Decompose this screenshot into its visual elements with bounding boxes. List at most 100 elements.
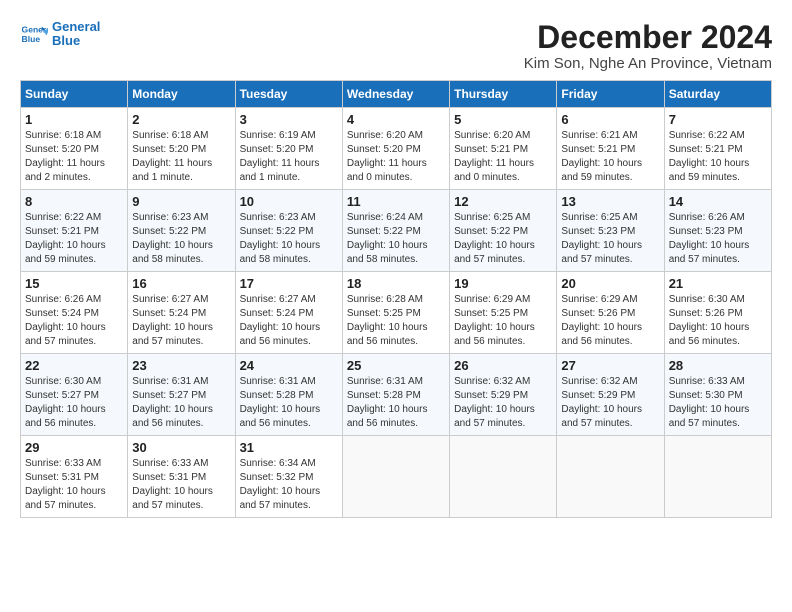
calendar-cell: 27 Sunrise: 6:32 AM Sunset: 5:29 PM Dayl… (557, 354, 664, 436)
calendar-cell: 3 Sunrise: 6:19 AM Sunset: 5:20 PM Dayli… (235, 108, 342, 190)
day-info: Sunrise: 6:23 AM Sunset: 5:22 PM Dayligh… (132, 211, 230, 267)
day-number: 3 (240, 112, 338, 127)
weekday-header-wednesday: Wednesday (342, 81, 449, 108)
day-info: Sunrise: 6:27 AM Sunset: 5:24 PM Dayligh… (132, 293, 230, 349)
calendar-cell: 12 Sunrise: 6:25 AM Sunset: 5:22 PM Dayl… (450, 190, 557, 272)
calendar-cell: 1 Sunrise: 6:18 AM Sunset: 5:20 PM Dayli… (21, 108, 128, 190)
day-number: 13 (561, 194, 659, 209)
calendar-cell (450, 436, 557, 518)
svg-text:Blue: Blue (22, 34, 41, 44)
calendar-week-row: 22 Sunrise: 6:30 AM Sunset: 5:27 PM Dayl… (21, 354, 772, 436)
calendar-week-row: 8 Sunrise: 6:22 AM Sunset: 5:21 PM Dayli… (21, 190, 772, 272)
calendar-cell: 5 Sunrise: 6:20 AM Sunset: 5:21 PM Dayli… (450, 108, 557, 190)
calendar-cell: 4 Sunrise: 6:20 AM Sunset: 5:20 PM Dayli… (342, 108, 449, 190)
day-info: Sunrise: 6:20 AM Sunset: 5:20 PM Dayligh… (347, 129, 445, 185)
day-info: Sunrise: 6:29 AM Sunset: 5:25 PM Dayligh… (454, 293, 552, 349)
day-info: Sunrise: 6:21 AM Sunset: 5:21 PM Dayligh… (561, 129, 659, 185)
day-info: Sunrise: 6:33 AM Sunset: 5:31 PM Dayligh… (132, 457, 230, 513)
logo: General Blue General Blue (20, 20, 100, 49)
day-number: 16 (132, 276, 230, 291)
day-info: Sunrise: 6:20 AM Sunset: 5:21 PM Dayligh… (454, 129, 552, 185)
day-number: 14 (669, 194, 767, 209)
day-info: Sunrise: 6:31 AM Sunset: 5:27 PM Dayligh… (132, 375, 230, 431)
day-info: Sunrise: 6:32 AM Sunset: 5:29 PM Dayligh… (561, 375, 659, 431)
calendar-cell: 19 Sunrise: 6:29 AM Sunset: 5:25 PM Dayl… (450, 272, 557, 354)
day-number: 22 (25, 358, 123, 373)
day-number: 9 (132, 194, 230, 209)
day-number: 28 (669, 358, 767, 373)
day-info: Sunrise: 6:23 AM Sunset: 5:22 PM Dayligh… (240, 211, 338, 267)
calendar-cell: 17 Sunrise: 6:27 AM Sunset: 5:24 PM Dayl… (235, 272, 342, 354)
calendar-cell (342, 436, 449, 518)
calendar-table: SundayMondayTuesdayWednesdayThursdayFrid… (20, 80, 772, 518)
calendar-cell: 30 Sunrise: 6:33 AM Sunset: 5:31 PM Dayl… (128, 436, 235, 518)
calendar-cell: 24 Sunrise: 6:31 AM Sunset: 5:28 PM Dayl… (235, 354, 342, 436)
calendar-week-row: 15 Sunrise: 6:26 AM Sunset: 5:24 PM Dayl… (21, 272, 772, 354)
calendar-cell: 18 Sunrise: 6:28 AM Sunset: 5:25 PM Dayl… (342, 272, 449, 354)
day-number: 25 (347, 358, 445, 373)
weekday-header-tuesday: Tuesday (235, 81, 342, 108)
day-info: Sunrise: 6:22 AM Sunset: 5:21 PM Dayligh… (25, 211, 123, 267)
weekday-header-monday: Monday (128, 81, 235, 108)
month-title: December 2024 (524, 20, 772, 55)
day-info: Sunrise: 6:29 AM Sunset: 5:26 PM Dayligh… (561, 293, 659, 349)
calendar-cell: 20 Sunrise: 6:29 AM Sunset: 5:26 PM Dayl… (557, 272, 664, 354)
day-number: 20 (561, 276, 659, 291)
day-number: 12 (454, 194, 552, 209)
calendar-cell: 2 Sunrise: 6:18 AM Sunset: 5:20 PM Dayli… (128, 108, 235, 190)
calendar-week-row: 1 Sunrise: 6:18 AM Sunset: 5:20 PM Dayli… (21, 108, 772, 190)
location-title: Kim Son, Nghe An Province, Vietnam (524, 55, 772, 72)
day-info: Sunrise: 6:30 AM Sunset: 5:26 PM Dayligh… (669, 293, 767, 349)
day-number: 15 (25, 276, 123, 291)
weekday-header-friday: Friday (557, 81, 664, 108)
day-number: 23 (132, 358, 230, 373)
day-info: Sunrise: 6:25 AM Sunset: 5:22 PM Dayligh… (454, 211, 552, 267)
day-info: Sunrise: 6:22 AM Sunset: 5:21 PM Dayligh… (669, 129, 767, 185)
calendar-cell: 26 Sunrise: 6:32 AM Sunset: 5:29 PM Dayl… (450, 354, 557, 436)
day-number: 11 (347, 194, 445, 209)
day-info: Sunrise: 6:24 AM Sunset: 5:22 PM Dayligh… (347, 211, 445, 267)
calendar-cell: 25 Sunrise: 6:31 AM Sunset: 5:28 PM Dayl… (342, 354, 449, 436)
day-number: 26 (454, 358, 552, 373)
page-header: General Blue General Blue December 2024 … (20, 20, 772, 72)
calendar-cell: 9 Sunrise: 6:23 AM Sunset: 5:22 PM Dayli… (128, 190, 235, 272)
day-info: Sunrise: 6:18 AM Sunset: 5:20 PM Dayligh… (25, 129, 123, 185)
day-number: 24 (240, 358, 338, 373)
calendar-cell: 16 Sunrise: 6:27 AM Sunset: 5:24 PM Dayl… (128, 272, 235, 354)
calendar-cell: 22 Sunrise: 6:30 AM Sunset: 5:27 PM Dayl… (21, 354, 128, 436)
day-number: 1 (25, 112, 123, 127)
day-info: Sunrise: 6:34 AM Sunset: 5:32 PM Dayligh… (240, 457, 338, 513)
day-number: 7 (669, 112, 767, 127)
day-number: 6 (561, 112, 659, 127)
logo-icon: General Blue (20, 20, 48, 48)
day-number: 8 (25, 194, 123, 209)
weekday-header-sunday: Sunday (21, 81, 128, 108)
calendar-cell (664, 436, 771, 518)
calendar-cell: 10 Sunrise: 6:23 AM Sunset: 5:22 PM Dayl… (235, 190, 342, 272)
logo-text: General Blue (52, 20, 100, 49)
calendar-cell (557, 436, 664, 518)
day-info: Sunrise: 6:30 AM Sunset: 5:27 PM Dayligh… (25, 375, 123, 431)
day-info: Sunrise: 6:25 AM Sunset: 5:23 PM Dayligh… (561, 211, 659, 267)
day-info: Sunrise: 6:26 AM Sunset: 5:23 PM Dayligh… (669, 211, 767, 267)
calendar-cell: 14 Sunrise: 6:26 AM Sunset: 5:23 PM Dayl… (664, 190, 771, 272)
day-info: Sunrise: 6:32 AM Sunset: 5:29 PM Dayligh… (454, 375, 552, 431)
day-number: 27 (561, 358, 659, 373)
day-number: 2 (132, 112, 230, 127)
calendar-cell: 13 Sunrise: 6:25 AM Sunset: 5:23 PM Dayl… (557, 190, 664, 272)
day-info: Sunrise: 6:19 AM Sunset: 5:20 PM Dayligh… (240, 129, 338, 185)
day-number: 30 (132, 440, 230, 455)
day-number: 5 (454, 112, 552, 127)
day-number: 19 (454, 276, 552, 291)
day-info: Sunrise: 6:33 AM Sunset: 5:31 PM Dayligh… (25, 457, 123, 513)
day-info: Sunrise: 6:27 AM Sunset: 5:24 PM Dayligh… (240, 293, 338, 349)
day-info: Sunrise: 6:33 AM Sunset: 5:30 PM Dayligh… (669, 375, 767, 431)
calendar-cell: 31 Sunrise: 6:34 AM Sunset: 5:32 PM Dayl… (235, 436, 342, 518)
calendar-cell: 23 Sunrise: 6:31 AM Sunset: 5:27 PM Dayl… (128, 354, 235, 436)
day-info: Sunrise: 6:31 AM Sunset: 5:28 PM Dayligh… (240, 375, 338, 431)
calendar-cell: 7 Sunrise: 6:22 AM Sunset: 5:21 PM Dayli… (664, 108, 771, 190)
weekday-header-thursday: Thursday (450, 81, 557, 108)
day-number: 17 (240, 276, 338, 291)
calendar-cell: 28 Sunrise: 6:33 AM Sunset: 5:30 PM Dayl… (664, 354, 771, 436)
day-info: Sunrise: 6:28 AM Sunset: 5:25 PM Dayligh… (347, 293, 445, 349)
